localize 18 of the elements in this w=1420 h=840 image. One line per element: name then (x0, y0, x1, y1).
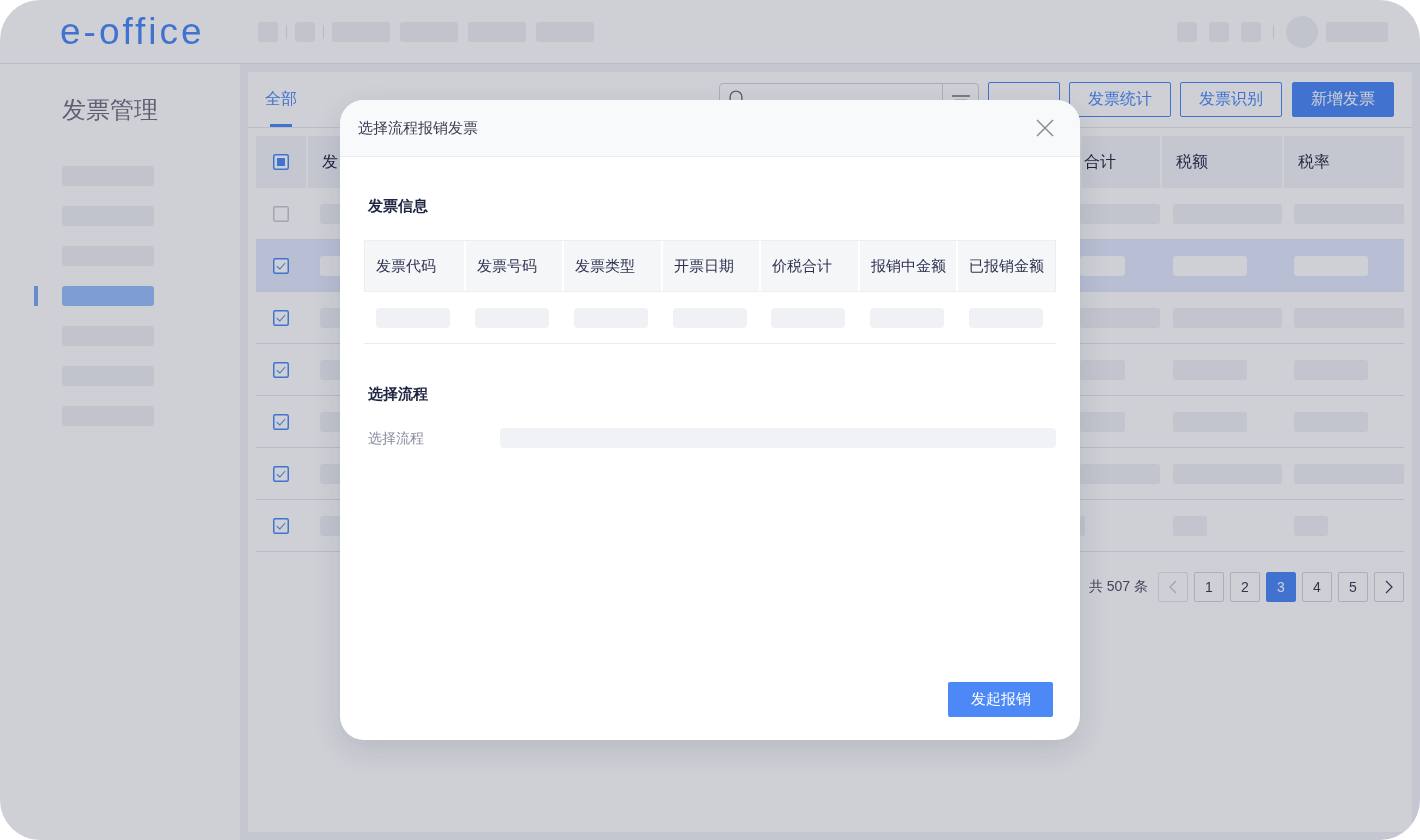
column-header: 税额 (1176, 151, 1208, 172)
column-header: 发票代码 (376, 256, 436, 276)
column-header: 报销中金额 (870, 256, 946, 276)
sidebar-title: 发票管理 (62, 95, 158, 125)
column-header: 价税合计 (772, 256, 833, 276)
section-title: 发票信息 (368, 197, 428, 215)
field-label: 选择流程 (367, 429, 424, 448)
dialog-title: 选择流程报销发票 (358, 118, 478, 138)
column-header: 开票日期 (673, 256, 734, 276)
column-header: 发票号码 (476, 256, 537, 276)
column-header: 合计 (1084, 151, 1116, 172)
column-header: 已报销金额 (969, 256, 1045, 276)
column-header: 发 (322, 151, 338, 172)
column-header: 税率 (1298, 151, 1330, 172)
column-header: 发票类型 (575, 256, 636, 276)
section-title: 选择流程 (368, 385, 428, 403)
total-count: 共 507 条 (1088, 578, 1148, 596)
logo: e-office (60, 11, 205, 52)
